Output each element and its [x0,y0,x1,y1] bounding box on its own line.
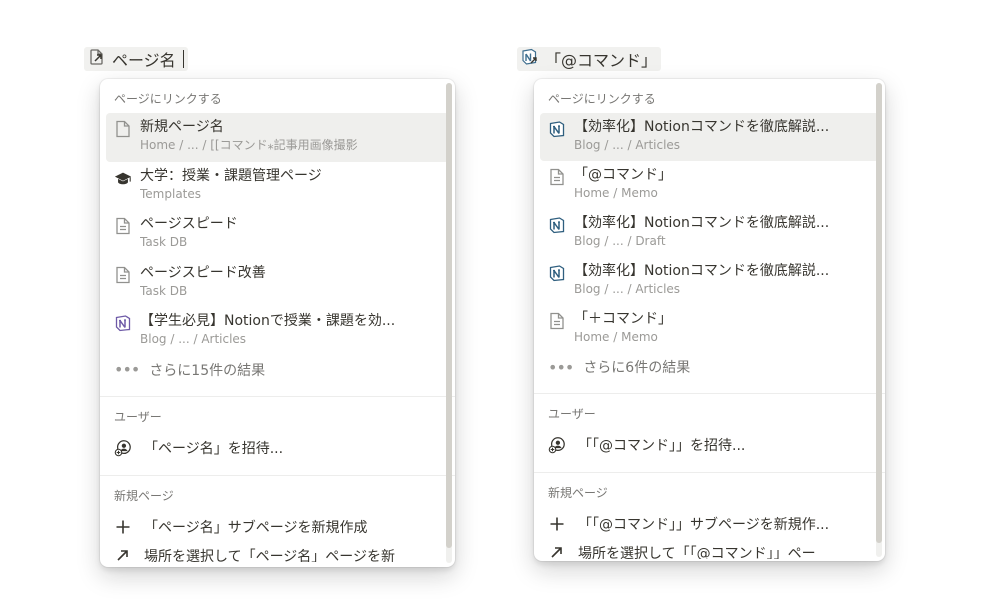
page-result-path: Blog / ... / Articles [574,282,681,296]
invite-user-button[interactable]: 「「@コマンド」」を招待... [534,430,885,460]
document-icon [114,217,132,235]
page-result-item[interactable]: 「@コマンド」 Home / Memo [540,161,879,209]
invite-user-label: 「「@コマンド」」を招待... [578,438,746,454]
divider [100,474,455,476]
section-header-link-to-page: ページにリンクする [548,92,656,106]
page-result-item[interactable]: 【効率化】Notionコマンドを徹底解説... Blog / ... / Arti… [540,113,879,161]
mention-search-input-right[interactable]: 「@コマンド」 [517,47,662,71]
mention-query-text: 「@コマンド」 [545,51,658,70]
page-result-item[interactable]: ページスピード Task DB [106,210,449,259]
create-subpage-label: 「ページ名」サブページを新規作成 [144,519,368,536]
divider [100,395,455,397]
plus-icon [114,518,132,536]
section-header-new-page: 新規ページ [114,488,174,503]
mention-menu-right: ページにリンクする 【効率化】Notionコマンドを徹底解説... Blog / … [534,79,885,561]
page-result-item[interactable]: ページスピード改善 Task DB [106,259,449,308]
graduation-cap-icon [114,169,132,187]
page-result-path: Task DB [140,235,188,249]
create-page-elsewhere-label: 場所を選択して「ページ名」ページを新 [144,548,396,562]
page-result-path: Home / Memo [574,186,658,200]
invite-user-icon [114,439,132,457]
document-icon [548,168,566,186]
page-result-item[interactable]: 新規ページ名 Home / ... / [[コマンド⁎記事用画像撮影 [106,113,449,162]
document-icon [548,312,566,330]
section-header-user: ユーザー [548,407,596,421]
page-result-title: 【効率化】Notionコマンドを徹底解説... [574,119,830,135]
scrollbar[interactable] [876,83,882,557]
page-result-title: 大学：授業・課題管理ページ [140,167,322,184]
notion-logo-icon [114,314,132,332]
page-result-title: 【効率化】Notionコマンドを徹底解説... [574,215,830,231]
invite-user-label: 「ページ名」を招待... [144,440,284,457]
create-subpage-label: 「「@コマンド」」サブページを新規作... [578,517,830,533]
mention-search-input-left[interactable]: ページ名 [84,47,188,71]
more-results-label: さらに15件の結果 [149,362,266,379]
page-result-title: 【学生必見】Notionで授業・課題を効... [140,313,396,329]
plus-icon [548,515,566,533]
page-result-path: Blog / ... / Draft [574,234,666,248]
document-icon [114,266,132,284]
page-result-item[interactable]: 【効率化】Notionコマンドを徹底解説... Blog / ... / Draf… [540,209,879,257]
page-result-path: Home / ... / [[コマンド⁎記事用画像撮影 [140,138,358,152]
notion-logo-icon [548,264,566,282]
invite-user-icon [548,436,566,454]
page-icon [114,120,132,138]
notion-logo-icon [548,216,566,234]
page-result-item[interactable]: 「＋コマンド」 Home / Memo [540,305,879,353]
section-header-new-page: 新規ページ [548,486,608,500]
page-result-path: Blog / ... / Articles [574,138,681,152]
section-header-link-to-page: ページにリンクする [114,92,222,106]
page-result-item[interactable]: 【学生必見】Notionで授業・課題を効... Blog / ... / Arti… [106,307,449,356]
page-result-title: 「@コマンド」 [574,167,672,183]
page-result-item[interactable]: 大学：授業・課題管理ページ Templates [106,162,449,211]
page-link-arrow-icon [88,48,106,70]
section-header-user: ユーザー [114,409,162,424]
more-results-button[interactable]: ••• さらに6件の結果 [534,353,885,381]
create-page-elsewhere-label: 場所を選択して「「@コマンド」」ペー [578,546,816,559]
mention-menu-left: ページにリンクする 新規ページ名 Home / ... / [[コマンド⁎記事用画… [100,79,455,567]
create-page-elsewhere-button[interactable]: 場所を選択して「ページ名」ページを新 [100,542,455,562]
page-result-path: Home / Memo [574,330,658,344]
text-caret [182,50,184,68]
notion-link-icon [521,48,539,70]
notion-logo-icon [548,120,566,138]
create-subpage-button[interactable]: 「「@コマンド」」サブページを新規作... [534,509,885,539]
ellipsis-icon: ••• [114,360,140,379]
scrollbar[interactable] [446,83,452,563]
arrow-up-right-icon [114,546,132,562]
page-result-item[interactable]: 【効率化】Notionコマンドを徹底解説... Blog / ... / Arti… [540,257,879,305]
arrow-up-right-icon [548,543,566,559]
page-result-path: Templates [140,186,202,201]
scrollbar-thumb[interactable] [446,83,452,548]
ellipsis-icon: ••• [548,357,574,377]
page-result-title: ページスピード [140,216,238,232]
more-results-label: さらに6件の結果 [583,360,691,376]
page-result-title: 「＋コマンド」 [574,311,672,327]
page-result-title: 新規ページ名 [140,119,224,135]
page-result-path: Blog / ... / Articles [140,332,247,346]
divider [534,393,885,394]
scrollbar-thumb[interactable] [876,83,882,543]
create-page-elsewhere-button[interactable]: 場所を選択して「「@コマンド」」ペー [534,539,885,559]
mention-query-text: ページ名 [112,51,176,70]
page-result-title: ページスピード改善 [140,264,266,281]
create-subpage-button[interactable]: 「ページ名」サブページを新規作成 [100,512,455,542]
invite-user-button[interactable]: 「ページ名」を招待... [100,433,455,463]
page-result-path: Task DB [140,283,188,298]
divider [534,472,885,473]
page-result-title: 【効率化】Notionコマンドを徹底解説... [574,263,830,279]
more-results-button[interactable]: ••• さらに15件の結果 [100,356,455,384]
